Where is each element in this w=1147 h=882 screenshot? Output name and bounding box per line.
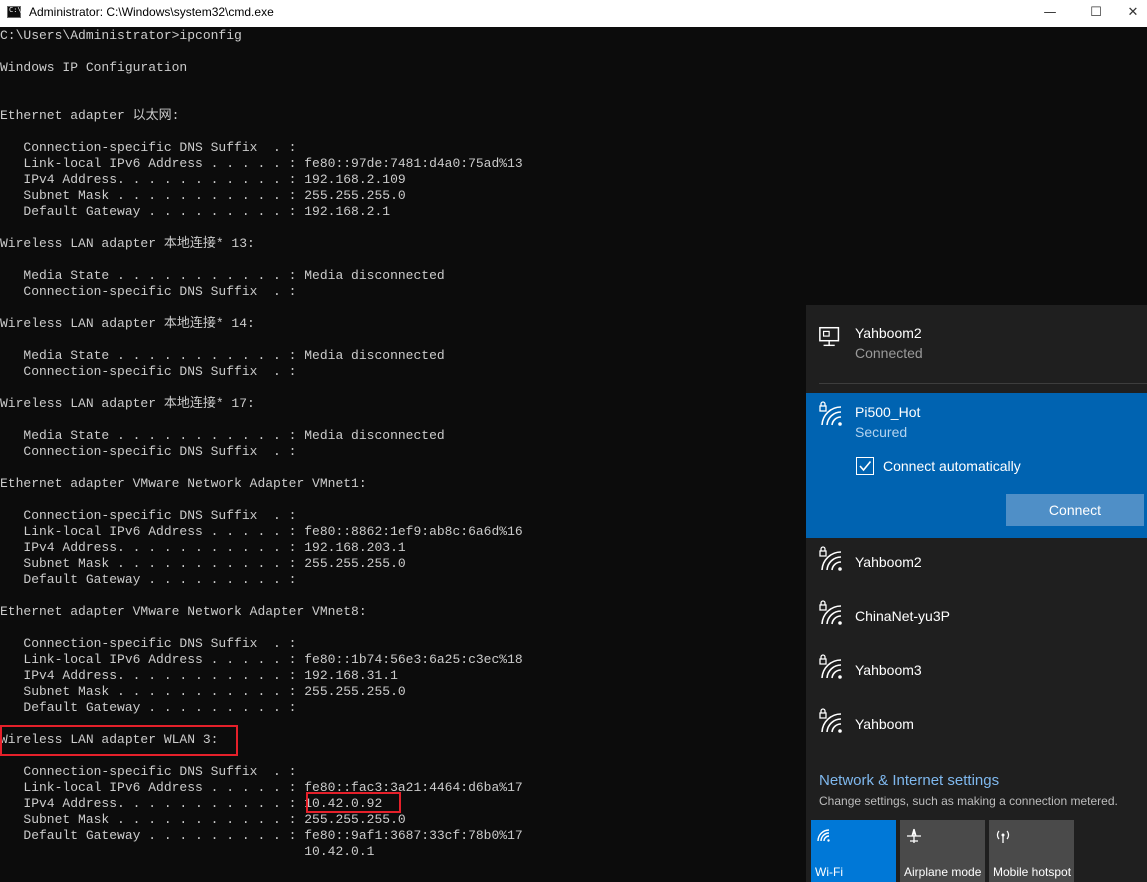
- cmd-app-icon: [7, 6, 22, 18]
- network-status: Secured: [855, 424, 908, 440]
- console-line: Link-local IPv6 Address . . . . . : fe80…: [0, 156, 523, 171]
- network-name: Yahboom3: [855, 662, 922, 678]
- highlight-wlan3-heading: [0, 725, 238, 756]
- console-line: Connection-specific DNS Suffix . :: [0, 508, 297, 523]
- console-line: Connection-specific DNS Suffix . :: [0, 284, 297, 299]
- console-line: Connection-specific DNS Suffix . :: [0, 444, 297, 459]
- console-line: Link-local IPv6 Address . . . . . : fe80…: [0, 524, 523, 539]
- ethernet-icon: [819, 326, 840, 347]
- airplane-icon: [907, 828, 921, 843]
- console-line: Connection-specific DNS Suffix . :: [0, 364, 297, 379]
- wifi-icon: [817, 829, 830, 842]
- console-line: Ethernet adapter VMware Network Adapter …: [0, 604, 367, 619]
- window-title: Administrator: C:\Windows\system32\cmd.e…: [29, 5, 274, 19]
- console-line: Link-local IPv6 Address . . . . . : fe80…: [0, 652, 523, 667]
- console-line: Media State . . . . . . . . . . . : Medi…: [0, 348, 445, 363]
- console-line: Wireless LAN adapter 本地连接* 17:: [0, 396, 255, 411]
- console-line: Ethernet adapter VMware Network Adapter …: [0, 476, 367, 491]
- check-icon: [859, 460, 872, 472]
- network-item[interactable]: ChinaNet-yu3P: [806, 592, 1147, 646]
- wifi-toggle-tile[interactable]: Wi-Fi: [811, 820, 896, 882]
- wifi-flyout: Yahboom2 Connected Pi500_Hot Secured Con…: [806, 305, 1147, 882]
- tile-label: Airplane mode: [904, 865, 982, 879]
- console-line: Default Gateway . . . . . . . . . : 192.…: [0, 204, 391, 219]
- console-line: IPv4 Address. . . . . . . . . . . : 192.…: [0, 172, 406, 187]
- console-line: Subnet Mask . . . . . . . . . . . : 255.…: [0, 812, 406, 827]
- hotspot-icon: [996, 830, 1010, 843]
- connect-automatically-label[interactable]: Connect automatically: [883, 458, 1021, 474]
- network-item-connected[interactable]: Yahboom2 Connected: [806, 305, 1147, 383]
- console-line: Wireless LAN adapter 本地连接* 14:: [0, 316, 255, 331]
- secured-wifi-icon: [819, 401, 842, 426]
- secured-wifi-icon: [819, 654, 842, 679]
- console-line: C:\Users\Administrator>ipconfig: [0, 28, 242, 43]
- console-line: Link-local IPv6 Address . . . . . : fe80…: [0, 780, 523, 795]
- network-item[interactable]: Yahboom2: [806, 538, 1147, 592]
- network-internet-settings-link[interactable]: Network & Internet settings: [819, 772, 999, 789]
- console-line: Default Gateway . . . . . . . . . : fe80…: [0, 828, 523, 843]
- network-name: Yahboom: [855, 716, 914, 732]
- console-line: Media State . . . . . . . . . . . : Medi…: [0, 428, 445, 443]
- settings-description: Change settings, such as making a connec…: [819, 794, 1118, 808]
- highlight-ipv4-address: [306, 792, 401, 813]
- console-line: Media State . . . . . . . . . . . : Medi…: [0, 268, 445, 283]
- console-line: Connection-specific DNS Suffix . :: [0, 764, 297, 779]
- secured-wifi-icon: [819, 546, 842, 571]
- window-title-bar: Administrator: C:\Windows\system32\cmd.e…: [0, 0, 1147, 27]
- divider: [819, 383, 1147, 384]
- mobile-hotspot-tile[interactable]: Mobile hotspot: [989, 820, 1074, 882]
- connect-automatically-checkbox[interactable]: [856, 457, 874, 475]
- tile-label: Wi-Fi: [815, 865, 843, 879]
- network-item[interactable]: Yahboom3: [806, 646, 1147, 700]
- console-line: Windows IP Configuration: [0, 60, 188, 75]
- minimize-button[interactable]: —: [1027, 0, 1073, 27]
- console-line: Wireless LAN adapter 本地连接* 13:: [0, 236, 255, 251]
- console-line: Default Gateway . . . . . . . . . :: [0, 572, 297, 587]
- console-line: Ethernet adapter 以太网:: [0, 108, 180, 123]
- console-line: Connection-specific DNS Suffix . :: [0, 636, 297, 651]
- network-item[interactable]: Yahboom: [806, 700, 1147, 754]
- console-line: Default Gateway . . . . . . . . . :: [0, 700, 297, 715]
- secured-wifi-icon: [819, 708, 842, 733]
- console-line: IPv4 Address. . . . . . . . . . . : 192.…: [0, 540, 406, 555]
- close-button[interactable]: ✕: [1119, 0, 1147, 27]
- console-line: 10.42.0.1: [0, 844, 375, 859]
- network-name: Yahboom2: [855, 554, 922, 570]
- connect-button[interactable]: Connect: [1006, 494, 1144, 526]
- console-line: Subnet Mask . . . . . . . . . . . : 255.…: [0, 556, 406, 571]
- console-line: Subnet Mask . . . . . . . . . . . : 255.…: [0, 188, 406, 203]
- console-line: Connection-specific DNS Suffix . :: [0, 140, 297, 155]
- network-name: Yahboom2: [855, 325, 922, 341]
- airplane-mode-tile[interactable]: Airplane mode: [900, 820, 985, 882]
- network-status: Connected: [855, 345, 923, 361]
- secured-wifi-icon: [819, 600, 842, 625]
- network-name: ChinaNet-yu3P: [855, 608, 950, 624]
- maximize-button[interactable]: ☐: [1073, 0, 1119, 27]
- tile-label: Mobile hotspot: [993, 865, 1072, 879]
- network-name: Pi500_Hot: [855, 404, 921, 420]
- console-line: IPv4 Address. . . . . . . . . . . : 192.…: [0, 668, 398, 683]
- console-line: Subnet Mask . . . . . . . . . . . : 255.…: [0, 684, 406, 699]
